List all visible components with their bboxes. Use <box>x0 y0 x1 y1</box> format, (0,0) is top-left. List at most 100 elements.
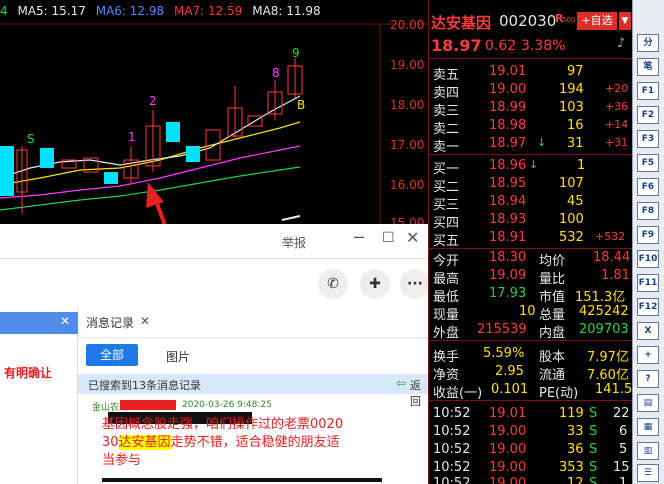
chat-window: 举报 ─ ☐ ✕ ✆ ✚ ··· ✕ 有明确让 消息记录 ✕ 全部 图片 已搜索… <box>0 224 430 484</box>
message-timestamp: 2020-03-26 9:48:25 <box>182 400 272 410</box>
add-watchlist-button[interactable]: +自选 <box>577 12 617 30</box>
tick-row: 10:52 19.00 12 S 1 <box>433 476 628 484</box>
toolbar-btn-f1[interactable]: F1 <box>637 82 659 100</box>
toolbar-btn-f2[interactable]: F2 <box>637 106 659 124</box>
buy-row-4: 买四 18.93 100 <box>433 212 584 231</box>
tick-row: 10:52 19.00 33 S 6 <box>433 424 628 439</box>
stat-row-low: 最低 17.93 市值 151.3亿 <box>433 286 626 305</box>
left-close-icon[interactable]: ✕ <box>60 314 70 328</box>
screen: 4 MA5: 15.17 MA6: 12.98 MA7: 12.59 MA8: … <box>0 0 664 484</box>
message-plus-icon[interactable]: ✚ <box>360 269 390 299</box>
right-toolbar: 分 笔 F1 F2 F3 F5 F6 F8 F9 F10 F11 F12 X +… <box>632 0 664 484</box>
price-row: 18.97 0.62 3.38% ♪ <box>429 36 633 56</box>
filter-picture-button[interactable]: 图片 <box>166 348 190 365</box>
maximize-icon[interactable]: ☐ <box>382 230 395 246</box>
down-arrow-icon: ↓ <box>537 136 547 149</box>
watchlist-dropdown-icon[interactable]: ▼ <box>619 12 631 30</box>
toolbar-btn-plus[interactable]: + <box>637 346 659 364</box>
toolbar-btn-f6[interactable]: F6 <box>637 178 659 196</box>
sell-row-5: 卖五 19.01 97 <box>433 64 584 83</box>
highlight-stock-name: 达安基因 <box>118 435 171 450</box>
buy-row-5: 买五 18.91 532 +532 <box>433 230 626 249</box>
minimize-icon[interactable]: ─ <box>354 228 364 247</box>
chat-titlebar: 举报 ─ ☐ ✕ <box>0 224 428 258</box>
sell-row-4: 卖四 19.00 194 +20 <box>433 82 629 101</box>
toolbar-table-icon[interactable]: ▥ <box>637 442 659 460</box>
message-record-pane: 消息记录 ✕ 全部 图片 已搜索到13条消息记录 ⇦ 返回 金山农 2020-0… <box>78 308 428 484</box>
b-marker: B <box>297 98 306 112</box>
message-line-2: 30达安基因走势不错，适合稳健的朋友适 <box>102 435 340 450</box>
down-arrow-icon: ↓ <box>529 158 539 171</box>
stat-row-volume: 现量 10 总量 425242 <box>433 304 629 323</box>
toolbar-btn-bi[interactable]: 笔 <box>637 58 659 76</box>
price-change: 0.62 <box>485 38 517 54</box>
s-marker: S <box>27 132 35 146</box>
buy-row-2: 买二 18.95 107 <box>433 176 584 195</box>
search-result-text: 已搜索到13条消息记录 <box>88 379 201 392</box>
toolbar-grid-icon[interactable]: ▦ <box>637 418 659 436</box>
more-icon[interactable]: ··· <box>400 269 430 299</box>
candles-svg <box>0 23 428 224</box>
tab-message-record[interactable]: 消息记录 <box>86 312 134 334</box>
stat-row-open: 今开 18.30 均价 18.44 <box>433 250 631 269</box>
toolbar-list-icon[interactable]: ☰ <box>637 464 659 482</box>
chat-left-pane: ✕ 有明确让 <box>0 308 78 484</box>
num-marker-9: 9 <box>292 46 300 60</box>
toolbar-btn-help[interactable]: ? <box>637 370 659 388</box>
stock-name: 达安基因 <box>431 14 492 32</box>
y-tick: 18.00 <box>390 98 425 112</box>
stat-row-high: 最高 19.09 量比 1.81 <box>433 268 630 287</box>
y-tick: 20.00 <box>390 18 425 32</box>
toolbar-btn-f10[interactable]: F10 <box>637 250 659 268</box>
tick-row: 10:52 19.01 119 S 22 <box>433 406 630 421</box>
search-result-bar: 已搜索到13条消息记录 ⇦ 返回 <box>78 374 428 408</box>
toolbar-btn-f12[interactable]: F12 <box>637 298 659 316</box>
message-underline <box>102 478 382 482</box>
toolbar-btn-fen[interactable]: 分 <box>637 34 659 52</box>
buy-row-1: 买一 18.96 ↓ 1 <box>433 158 586 177</box>
message-line-1: 基因概念股走强，咱们操作过的老票0020 <box>102 417 344 432</box>
toolbar-btn-f5[interactable]: F5 <box>637 154 659 172</box>
last-price: 18.97 <box>431 36 482 55</box>
stat-row-eps: 收益(一) 0.101 PE(动) 141.5 <box>433 382 633 401</box>
message-body: 基因概念股走强，咱们操作过的老票0020 30达安基因走势不错，适合稳健的朋友适… <box>102 416 343 470</box>
num-marker-1: 1 <box>128 130 136 144</box>
close-icon[interactable]: ✕ <box>406 228 419 247</box>
stat-row-turnover: 换手 5.59% 股本 7.97亿 <box>433 346 629 365</box>
buy-row-3: 买三 18.94 45 <box>433 194 584 213</box>
toolbar-chart-icon[interactable]: ▤ <box>637 394 659 412</box>
stat-row-netasset: 净资 2.95 流通 7.60亿 <box>433 364 629 383</box>
stat-row-outer: 外盘 215539 内盘 209703 <box>433 322 629 341</box>
left-preview-text: 有明确让 <box>4 366 53 380</box>
toolbar-btn-f11[interactable]: F11 <box>637 274 659 292</box>
tick-row: 10:52 19.00 36 S 5 <box>433 442 628 457</box>
price-pct: 3.38% <box>521 38 566 54</box>
toolbar-btn-x[interactable]: X <box>637 322 659 340</box>
tick-row: 10:52 19.00 353 S 15 <box>433 460 630 475</box>
sell-row-1: 卖一 18.97 ↓ 31 +31 <box>433 136 629 155</box>
message-line-3: 当参与 <box>102 453 142 468</box>
toolbar-btn-f9[interactable]: F9 <box>637 226 659 244</box>
quote-header: 达安基因 002030 R 500 +自选 ▼ <box>429 10 633 32</box>
back-arrow-icon[interactable]: ⇦ <box>396 376 406 390</box>
num-marker-2: 2 <box>149 94 157 108</box>
y-tick: 16.00 <box>390 178 425 192</box>
toolbar-btn-f8[interactable]: F8 <box>637 202 659 220</box>
quote-panel: 达安基因 002030 R 500 +自选 ▼ 18.97 0.62 3.38%… <box>428 0 633 484</box>
r500-badge: 500 <box>562 16 576 24</box>
bell-icon[interactable]: ♪ <box>617 36 625 51</box>
y-tick: 17.00 <box>390 138 425 152</box>
sell-row-3: 卖三 18.99 103 +36 <box>433 100 629 119</box>
back-link[interactable]: 返回 <box>410 377 428 409</box>
phone-icon[interactable]: ✆ <box>318 269 348 299</box>
toolbar-btn-f3[interactable]: F3 <box>637 130 659 148</box>
report-link[interactable]: 举报 <box>282 234 306 251</box>
y-tick: 19.00 <box>390 58 425 72</box>
num-marker-8: 8 <box>272 66 280 80</box>
redacted-bar <box>120 400 176 410</box>
chat-header: ✆ ✚ ··· <box>0 258 430 308</box>
filter-all-button[interactable]: 全部 <box>86 344 138 366</box>
sell-row-2: 卖二 18.98 16 +14 <box>433 118 629 137</box>
stock-code: 002030 <box>499 12 557 30</box>
record-close-icon[interactable]: ✕ <box>140 314 150 328</box>
